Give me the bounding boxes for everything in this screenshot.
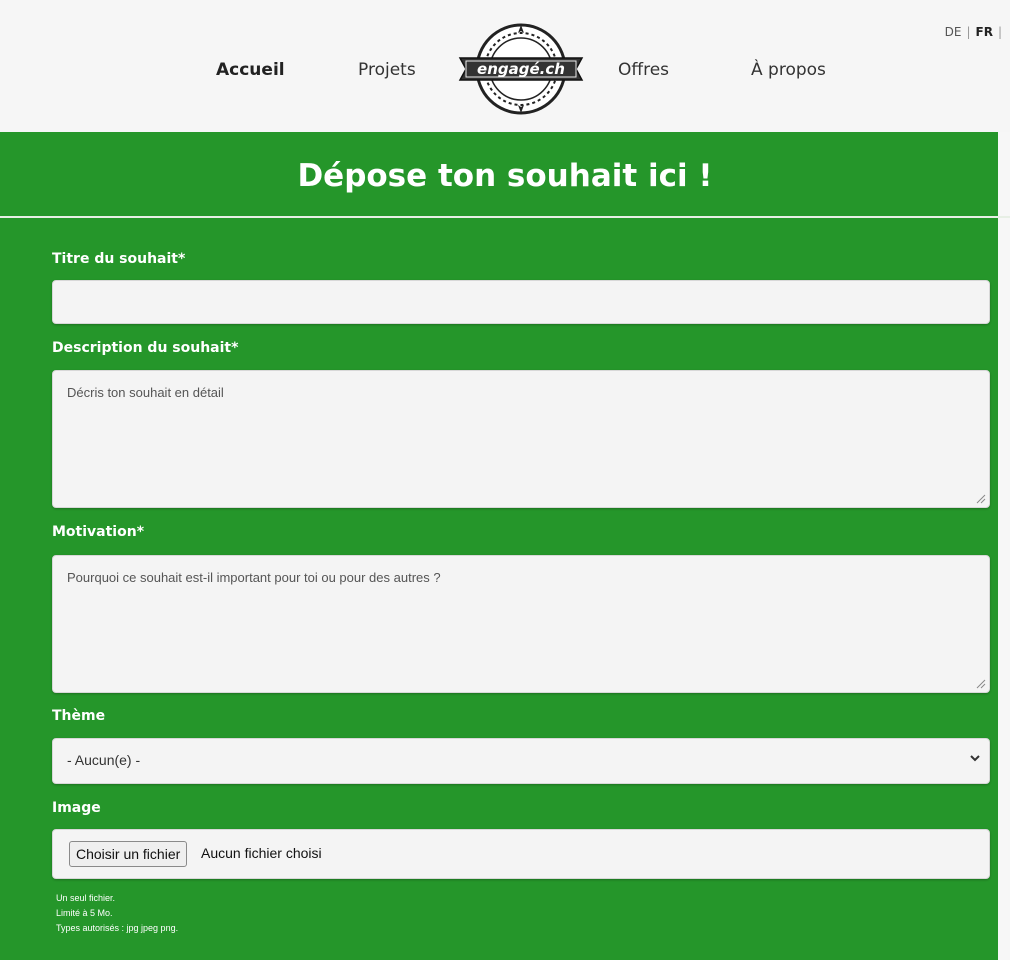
resize-grip-icon[interactable]	[976, 679, 986, 689]
nav-offres[interactable]: Offres	[618, 60, 669, 80]
motivation-placeholder: Pourquoi ce souhait est-il important pou…	[67, 570, 441, 585]
image-label: Image	[52, 800, 101, 816]
theme-select[interactable]: - Aucun(e) -	[52, 738, 990, 784]
lang-fr[interactable]: FR	[976, 25, 993, 39]
engage-logo[interactable]: engagé.ch	[458, 19, 584, 119]
description-placeholder: Décris ton souhait en détail	[67, 385, 224, 400]
language-switcher: DE | FR |	[944, 25, 1002, 39]
logo-text: engagé.ch	[477, 60, 565, 78]
site-header: Accueil Projets engagé.ch Offres À propo…	[0, 0, 1010, 132]
nav-projets[interactable]: Projets	[358, 60, 416, 80]
help-text-3: Types autorisés : jpg jpeg png.	[56, 923, 179, 933]
help-text-2: Limité à 5 Mo.	[56, 908, 113, 918]
page-title: Dépose ton souhait ici !	[297, 158, 713, 194]
description-label: Description du souhait*	[52, 340, 239, 356]
help-text-1: Un seul fichier.	[56, 893, 116, 903]
title-label: Titre du souhait*	[52, 251, 186, 267]
choose-file-button[interactable]: Choisir un fichier	[69, 841, 188, 867]
description-textarea[interactable]: Décris ton souhait en détail	[52, 370, 990, 508]
lang-de[interactable]: DE	[945, 25, 962, 39]
nav-a-propos[interactable]: À propos	[751, 60, 826, 80]
title-input[interactable]	[52, 280, 990, 324]
motivation-label: Motivation*	[52, 524, 145, 540]
chevron-down-icon	[970, 755, 980, 762]
file-status: Aucun fichier choisi	[201, 845, 322, 861]
theme-label: Thème	[52, 708, 106, 724]
resize-grip-icon[interactable]	[976, 494, 986, 504]
image-file-input[interactable]: Choisir un fichier Aucun fichier choisi	[52, 829, 990, 879]
title-divider	[0, 216, 1010, 218]
motivation-textarea[interactable]: Pourquoi ce souhait est-il important pou…	[52, 555, 990, 693]
nav-accueil[interactable]: Accueil	[216, 60, 285, 80]
theme-selected-value: - Aucun(e) -	[67, 752, 141, 768]
